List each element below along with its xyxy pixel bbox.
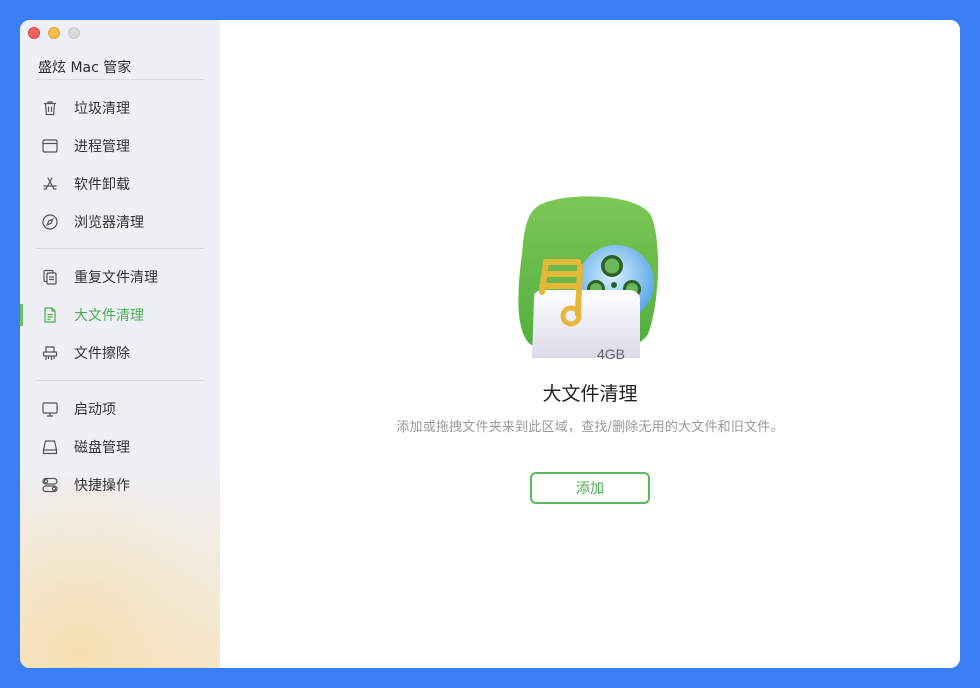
sidebar-item-file-shred[interactable]: 文件擦除: [20, 336, 220, 370]
sidebar-item-large-file-clean[interactable]: 大文件清理: [20, 298, 220, 332]
sidebar-divider: [36, 79, 204, 80]
sidebar-item-app-uninstall[interactable]: 软件卸载: [20, 167, 220, 201]
add-button[interactable]: 添加: [530, 472, 650, 504]
monitor-icon: [41, 400, 59, 418]
sidebar-item-label: 启动项: [74, 402, 116, 418]
disk-icon: [41, 438, 59, 456]
sidebar: 盛炫 Mac 管家 垃圾清理 进程管理 软件卸载 浏览器清理 重复文件清理 大文…: [20, 20, 220, 668]
document-icon: [41, 306, 59, 324]
large-file-illustration: 4GB: [516, 194, 664, 362]
window-controls: [28, 27, 80, 39]
sidebar-item-label: 浏览器清理: [74, 215, 144, 231]
shredder-icon: [41, 344, 59, 362]
sidebar-item-label: 软件卸载: [74, 177, 130, 193]
sidebar-item-label: 快捷操作: [74, 478, 130, 494]
trash-icon: [41, 99, 59, 117]
window-icon: [41, 137, 59, 155]
sidebar-item-label: 垃圾清理: [74, 101, 130, 117]
duplicate-files-icon: [41, 268, 59, 286]
sidebar-item-disk-manager[interactable]: 磁盘管理: [20, 430, 220, 464]
sidebar-item-label: 文件擦除: [74, 346, 130, 362]
main-panel[interactable]: 4GB 大文件清理 添加或拖拽文件夹来到此区域，查找/删除无用的大文件和旧文件。…: [220, 20, 960, 668]
sidebar-item-label: 重复文件清理: [74, 270, 158, 286]
page-title: 大文件清理: [542, 383, 638, 405]
sidebar-item-label: 大文件清理: [74, 308, 144, 324]
sidebar-item-browser-clean[interactable]: 浏览器清理: [20, 205, 220, 239]
toggles-icon: [41, 476, 59, 494]
sidebar-divider: [36, 248, 204, 249]
page-description: 添加或拖拽文件夹来到此区域，查找/删除无用的大文件和旧文件。: [396, 420, 784, 435]
compass-icon: [41, 213, 59, 231]
sidebar-item-junk-clean[interactable]: 垃圾清理: [20, 91, 220, 125]
sidebar-item-label: 磁盘管理: [74, 440, 130, 456]
sidebar-item-process-manager[interactable]: 进程管理: [20, 129, 220, 163]
app-window: 盛炫 Mac 管家 垃圾清理 进程管理 软件卸载 浏览器清理 重复文件清理 大文…: [20, 20, 960, 668]
sidebar-divider: [36, 380, 204, 381]
size-badge: 4GB: [597, 346, 625, 362]
app-store-icon: [41, 175, 59, 193]
sidebar-item-duplicate-clean[interactable]: 重复文件清理: [20, 260, 220, 294]
sidebar-item-quick-actions[interactable]: 快捷操作: [20, 468, 220, 502]
close-window-button[interactable]: [28, 27, 40, 39]
minimize-window-button[interactable]: [48, 27, 60, 39]
app-title: 盛炫 Mac 管家: [38, 60, 132, 76]
sidebar-item-label: 进程管理: [74, 139, 130, 155]
sidebar-item-startup[interactable]: 启动项: [20, 392, 220, 426]
zoom-window-button[interactable]: [68, 27, 80, 39]
